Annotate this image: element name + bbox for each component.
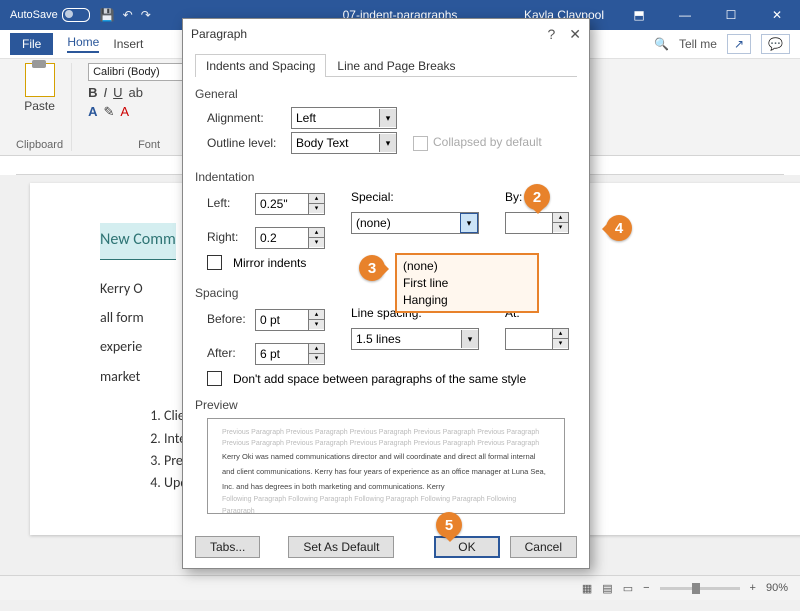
spinner[interactable]: ▴▾: [309, 343, 325, 365]
zoom-slider[interactable]: [660, 587, 740, 590]
group-label: Clipboard: [16, 139, 63, 151]
spinner[interactable]: ▴▾: [553, 212, 569, 234]
callout-5: 5: [436, 512, 462, 538]
left-indent-input[interactable]: 0.25": [255, 193, 309, 215]
zoom-level[interactable]: 90%: [766, 582, 788, 594]
tell-me[interactable]: Tell me: [679, 37, 717, 51]
before-label: Before:: [207, 312, 249, 326]
highlight-icon[interactable]: ✎: [103, 104, 114, 120]
maximize-icon[interactable]: ☐: [708, 0, 754, 30]
right-label: Right:: [207, 230, 249, 244]
paragraph-dialog: Paragraph ? ✕ Indents and Spacing Line a…: [182, 18, 590, 569]
callout-2: 2: [524, 184, 550, 210]
tab-insert[interactable]: Insert: [113, 37, 143, 51]
text-effects-icon[interactable]: A: [88, 104, 97, 120]
underline-button[interactable]: U: [113, 85, 122, 100]
dropdown-option[interactable]: First line: [403, 275, 531, 292]
dialog-title: Paragraph: [191, 27, 247, 41]
at-input[interactable]: [505, 328, 553, 350]
general-label: General: [195, 87, 577, 101]
dialog-tabs: Indents and Spacing Line and Page Breaks: [195, 53, 577, 77]
tab-home[interactable]: Home: [67, 35, 99, 53]
spinner[interactable]: ▴▾: [309, 309, 325, 331]
print-layout-icon[interactable]: ▤: [602, 582, 612, 595]
tabs-button[interactable]: Tabs...: [195, 536, 260, 558]
space-after-input[interactable]: 6 pt: [255, 343, 309, 365]
after-label: After:: [207, 346, 249, 360]
chevron-down-icon: ▾: [461, 330, 478, 348]
mirror-label: Mirror indents: [233, 256, 306, 270]
comments-icon[interactable]: 💬: [761, 34, 790, 54]
spinner[interactable]: ▴▾: [309, 227, 325, 249]
left-label: Left:: [207, 196, 249, 210]
special-indent-select[interactable]: (none)▾: [351, 212, 479, 234]
mirror-indents-checkbox[interactable]: [207, 255, 222, 270]
set-default-button[interactable]: Set As Default: [288, 536, 394, 558]
dropdown-option[interactable]: (none): [403, 258, 531, 275]
autosave-toggle[interactable]: AutoSave: [10, 8, 90, 22]
alignment-select[interactable]: Left▾: [291, 107, 397, 129]
spinner[interactable]: ▴▾: [309, 193, 325, 215]
collapsed-checkbox: [413, 136, 428, 151]
tab-line-breaks[interactable]: Line and Page Breaks: [326, 54, 466, 77]
web-layout-icon[interactable]: ▭: [623, 582, 633, 595]
chevron-down-icon: ▾: [379, 134, 396, 152]
callout-3: 3: [359, 255, 385, 281]
save-icon[interactable]: 💾: [100, 8, 115, 22]
callout-4: 4: [606, 215, 632, 241]
close-icon[interactable]: ✕: [569, 26, 581, 43]
strikethrough-button[interactable]: ab: [129, 85, 143, 100]
redo-icon[interactable]: ↷: [141, 8, 151, 22]
zoom-in-icon[interactable]: +: [750, 582, 756, 594]
share-icon[interactable]: ↗: [727, 34, 751, 54]
tab-indents-spacing[interactable]: Indents and Spacing: [195, 54, 326, 77]
tab-file[interactable]: File: [10, 33, 53, 55]
indentation-label: Indentation: [195, 170, 577, 184]
dialog-titlebar[interactable]: Paragraph ? ✕: [183, 19, 589, 49]
chevron-down-icon: ▾: [379, 109, 396, 127]
toggle-off-icon: [62, 8, 90, 22]
special-dropdown-list[interactable]: (none) First line Hanging: [395, 253, 539, 313]
close-icon[interactable]: ✕: [754, 0, 800, 30]
by-input[interactable]: [505, 212, 553, 234]
dropdown-option[interactable]: Hanging: [403, 292, 531, 309]
italic-button[interactable]: I: [103, 85, 107, 100]
space-before-input[interactable]: 0 pt: [255, 309, 309, 331]
line-spacing-select[interactable]: 1.5 lines▾: [351, 328, 479, 350]
paste-button[interactable]: Paste: [16, 63, 63, 113]
help-icon[interactable]: ?: [547, 26, 555, 43]
status-bar: ▦ ▤ ▭ − + 90%: [0, 575, 800, 600]
quick-access-toolbar: 💾 ↶ ↷: [100, 8, 151, 22]
spinner[interactable]: ▴▾: [553, 328, 569, 350]
font-color-icon[interactable]: A: [120, 104, 129, 120]
dont-add-space-checkbox[interactable]: [207, 371, 222, 386]
bold-button[interactable]: B: [88, 85, 97, 100]
dont-add-label: Don't add space between paragraphs of th…: [233, 372, 526, 386]
undo-icon[interactable]: ↶: [123, 8, 133, 22]
cancel-button[interactable]: Cancel: [510, 536, 577, 558]
read-mode-icon[interactable]: ▦: [582, 582, 592, 595]
outline-label: Outline level:: [207, 136, 285, 150]
zoom-out-icon[interactable]: −: [643, 582, 649, 594]
clipboard-icon: [25, 63, 55, 97]
outline-level-select[interactable]: Body Text▾: [291, 132, 397, 154]
search-icon[interactable]: 🔍: [654, 37, 669, 51]
doc-heading: New Comm: [100, 223, 176, 260]
right-indent-input[interactable]: 0.2: [255, 227, 309, 249]
minimize-icon[interactable]: —: [662, 0, 708, 30]
chevron-down-icon: ▾: [460, 213, 478, 233]
window-options-icon[interactable]: ⬒: [616, 0, 662, 30]
preview-label: Preview: [195, 398, 577, 412]
preview-box: Previous Paragraph Previous Paragraph Pr…: [207, 418, 565, 514]
alignment-label: Alignment:: [207, 111, 285, 125]
special-label: Special:: [351, 190, 479, 204]
